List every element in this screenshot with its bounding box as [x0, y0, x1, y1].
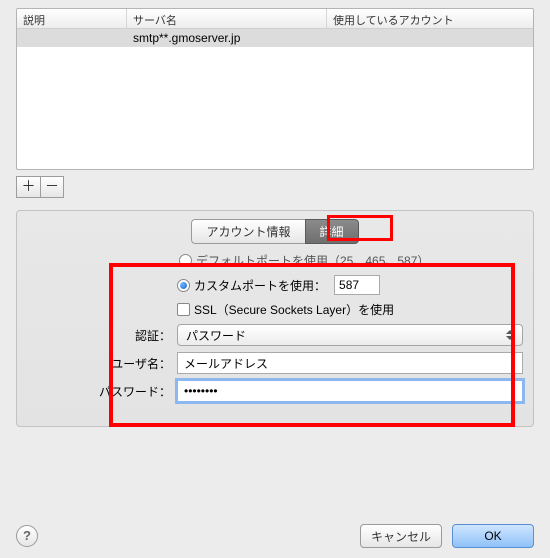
- username-input[interactable]: [177, 352, 523, 374]
- col-account[interactable]: 使用しているアカウント: [327, 9, 533, 28]
- cell-server: smtp**.gmoserver.jp: [127, 29, 327, 47]
- cell-description: [17, 29, 127, 47]
- ok-button[interactable]: OK: [452, 524, 534, 548]
- settings-panel: アカウント情報 詳細 デフォルトポートを使用（25、465、587） カスタムポ…: [16, 210, 534, 427]
- remove-button[interactable]: －: [40, 176, 64, 198]
- label-custom-port: カスタムポートを使用：: [194, 277, 326, 294]
- auth-select[interactable]: パスワード: [177, 324, 523, 346]
- col-description[interactable]: 説明: [17, 9, 127, 28]
- label-auth: 認証：: [27, 327, 177, 344]
- auth-select-value: パスワード: [186, 329, 246, 343]
- label-username: ユーザ名：: [27, 355, 177, 372]
- tab-advanced[interactable]: 詳細: [305, 219, 359, 244]
- radio-default-port[interactable]: [179, 254, 192, 267]
- password-input[interactable]: [177, 380, 523, 402]
- checkbox-ssl[interactable]: [177, 303, 190, 316]
- label-ssl: SSL（Secure Sockets Layer）を使用: [194, 301, 394, 318]
- help-button[interactable]: ?: [16, 525, 38, 547]
- cancel-button[interactable]: キャンセル: [360, 524, 442, 548]
- server-table: 説明 サーバ名 使用しているアカウント smtp**.gmoserver.jp: [16, 8, 534, 170]
- add-remove-group: ＋ －: [16, 176, 534, 198]
- table-header: 説明 サーバ名 使用しているアカウント: [17, 9, 533, 29]
- add-button[interactable]: ＋: [16, 176, 40, 198]
- cell-account: [327, 29, 533, 47]
- label-password: パスワード：: [27, 383, 177, 400]
- label-default-port: デフォルトポートを使用（25、465、587）: [196, 252, 429, 269]
- radio-custom-port[interactable]: [177, 279, 190, 292]
- tab-account-info[interactable]: アカウント情報: [191, 219, 304, 244]
- footer: ? キャンセル OK: [16, 524, 534, 548]
- custom-port-input[interactable]: [334, 275, 380, 295]
- col-server[interactable]: サーバ名: [127, 9, 327, 28]
- tab-group: アカウント情報 詳細: [27, 219, 523, 244]
- table-row[interactable]: smtp**.gmoserver.jp: [17, 29, 533, 47]
